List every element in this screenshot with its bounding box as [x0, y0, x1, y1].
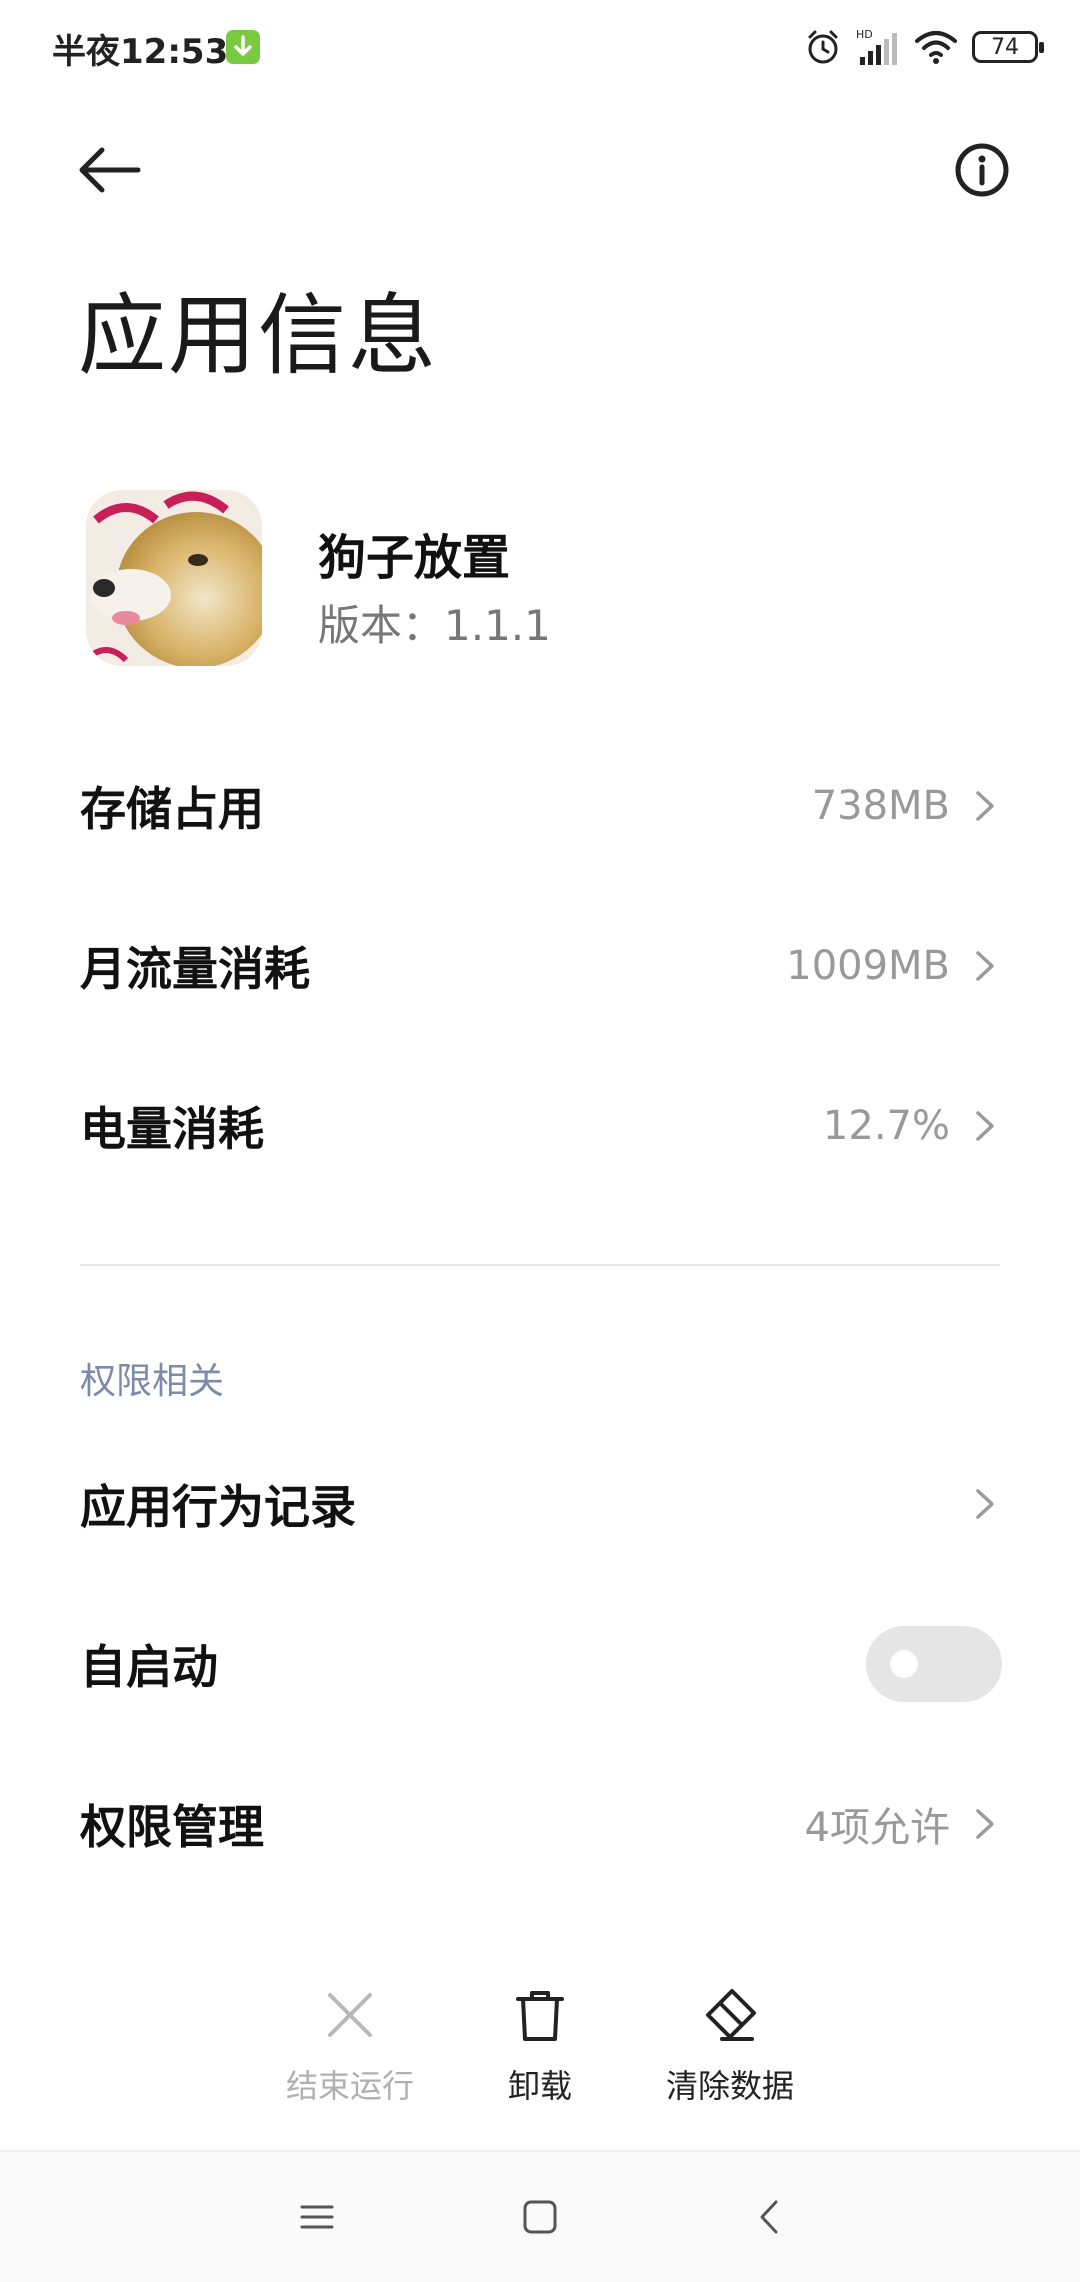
permission-management-value: 4项允许: [804, 1805, 950, 1851]
autostart-toggle[interactable]: [866, 1626, 1002, 1702]
storage-row[interactable]: 存储占用 738MB: [0, 726, 1080, 886]
app-version: 版本：1.1.1: [318, 601, 551, 650]
battery-usage-value: 12.7%: [822, 1103, 950, 1149]
wifi-icon: [915, 31, 957, 64]
hd-signal-icon: HD: [856, 28, 897, 65]
autostart-row: 自启动: [0, 1584, 1080, 1744]
clear-data-button[interactable]: 清除数据: [620, 1985, 840, 2107]
alarm-icon: [808, 30, 838, 64]
svg-text:HD: HD: [856, 28, 873, 41]
battery-usage-label: 电量消耗: [80, 1102, 264, 1156]
autostart-label: 自启动: [80, 1640, 218, 1694]
chevron-right-icon: [976, 951, 994, 981]
clear-data-label: 清除数据: [665, 2067, 794, 2105]
permission-management-label: 权限管理: [80, 1800, 264, 1854]
back-nav-icon[interactable]: [744, 2192, 794, 2242]
page-title: 应用信息: [78, 284, 439, 387]
info-button[interactable]: [944, 132, 1020, 208]
home-icon[interactable]: [515, 2192, 565, 2242]
uninstall-button[interactable]: 卸载: [430, 1985, 650, 2107]
info-icon: [955, 143, 1009, 197]
status-time: 半夜12:53: [52, 32, 229, 72]
chevron-right-icon: [976, 1809, 994, 1839]
app-behavior-log-row[interactable]: 应用行为记录: [0, 1424, 1080, 1584]
toggle-knob: [890, 1650, 918, 1678]
menu-icon[interactable]: [292, 2192, 342, 2242]
arrow-left-icon: [79, 147, 141, 193]
section-header-permissions: 权限相关: [80, 1361, 225, 1402]
uninstall-label: 卸载: [507, 2067, 572, 2105]
app-name: 狗子放置: [318, 530, 511, 586]
download-notification-icon: [226, 30, 260, 64]
storage-value: 738MB: [811, 783, 950, 829]
data-usage-value: 1009MB: [786, 943, 950, 989]
battery-level: 74: [991, 34, 1019, 60]
battery-indicator: 74: [972, 31, 1044, 63]
force-stop-button[interactable]: 结束运行: [240, 1985, 460, 2107]
storage-label: 存储占用: [80, 782, 264, 836]
chevron-right-icon: [976, 791, 994, 821]
back-button[interactable]: [70, 130, 150, 210]
data-usage-row[interactable]: 月流量消耗 1009MB: [0, 886, 1080, 1046]
chevron-right-icon: [976, 1111, 994, 1141]
battery-usage-row[interactable]: 电量消耗 12.7%: [0, 1046, 1080, 1206]
status-icons: HD 74: [804, 22, 1044, 72]
navigation-bar: [0, 2150, 1080, 2282]
force-stop-label: 结束运行: [285, 2067, 414, 2105]
data-usage-label: 月流量消耗: [80, 942, 310, 996]
chevron-right-icon: [976, 1489, 994, 1519]
close-icon: [328, 1993, 372, 2037]
app-behavior-log-label: 应用行为记录: [80, 1480, 356, 1534]
app-icon: [86, 490, 262, 666]
trash-icon: [516, 1991, 564, 2041]
divider: [80, 1264, 1000, 1266]
eraser-icon: [706, 1989, 756, 2041]
permission-management-row[interactable]: 权限管理 4项允许: [0, 1744, 1080, 1904]
